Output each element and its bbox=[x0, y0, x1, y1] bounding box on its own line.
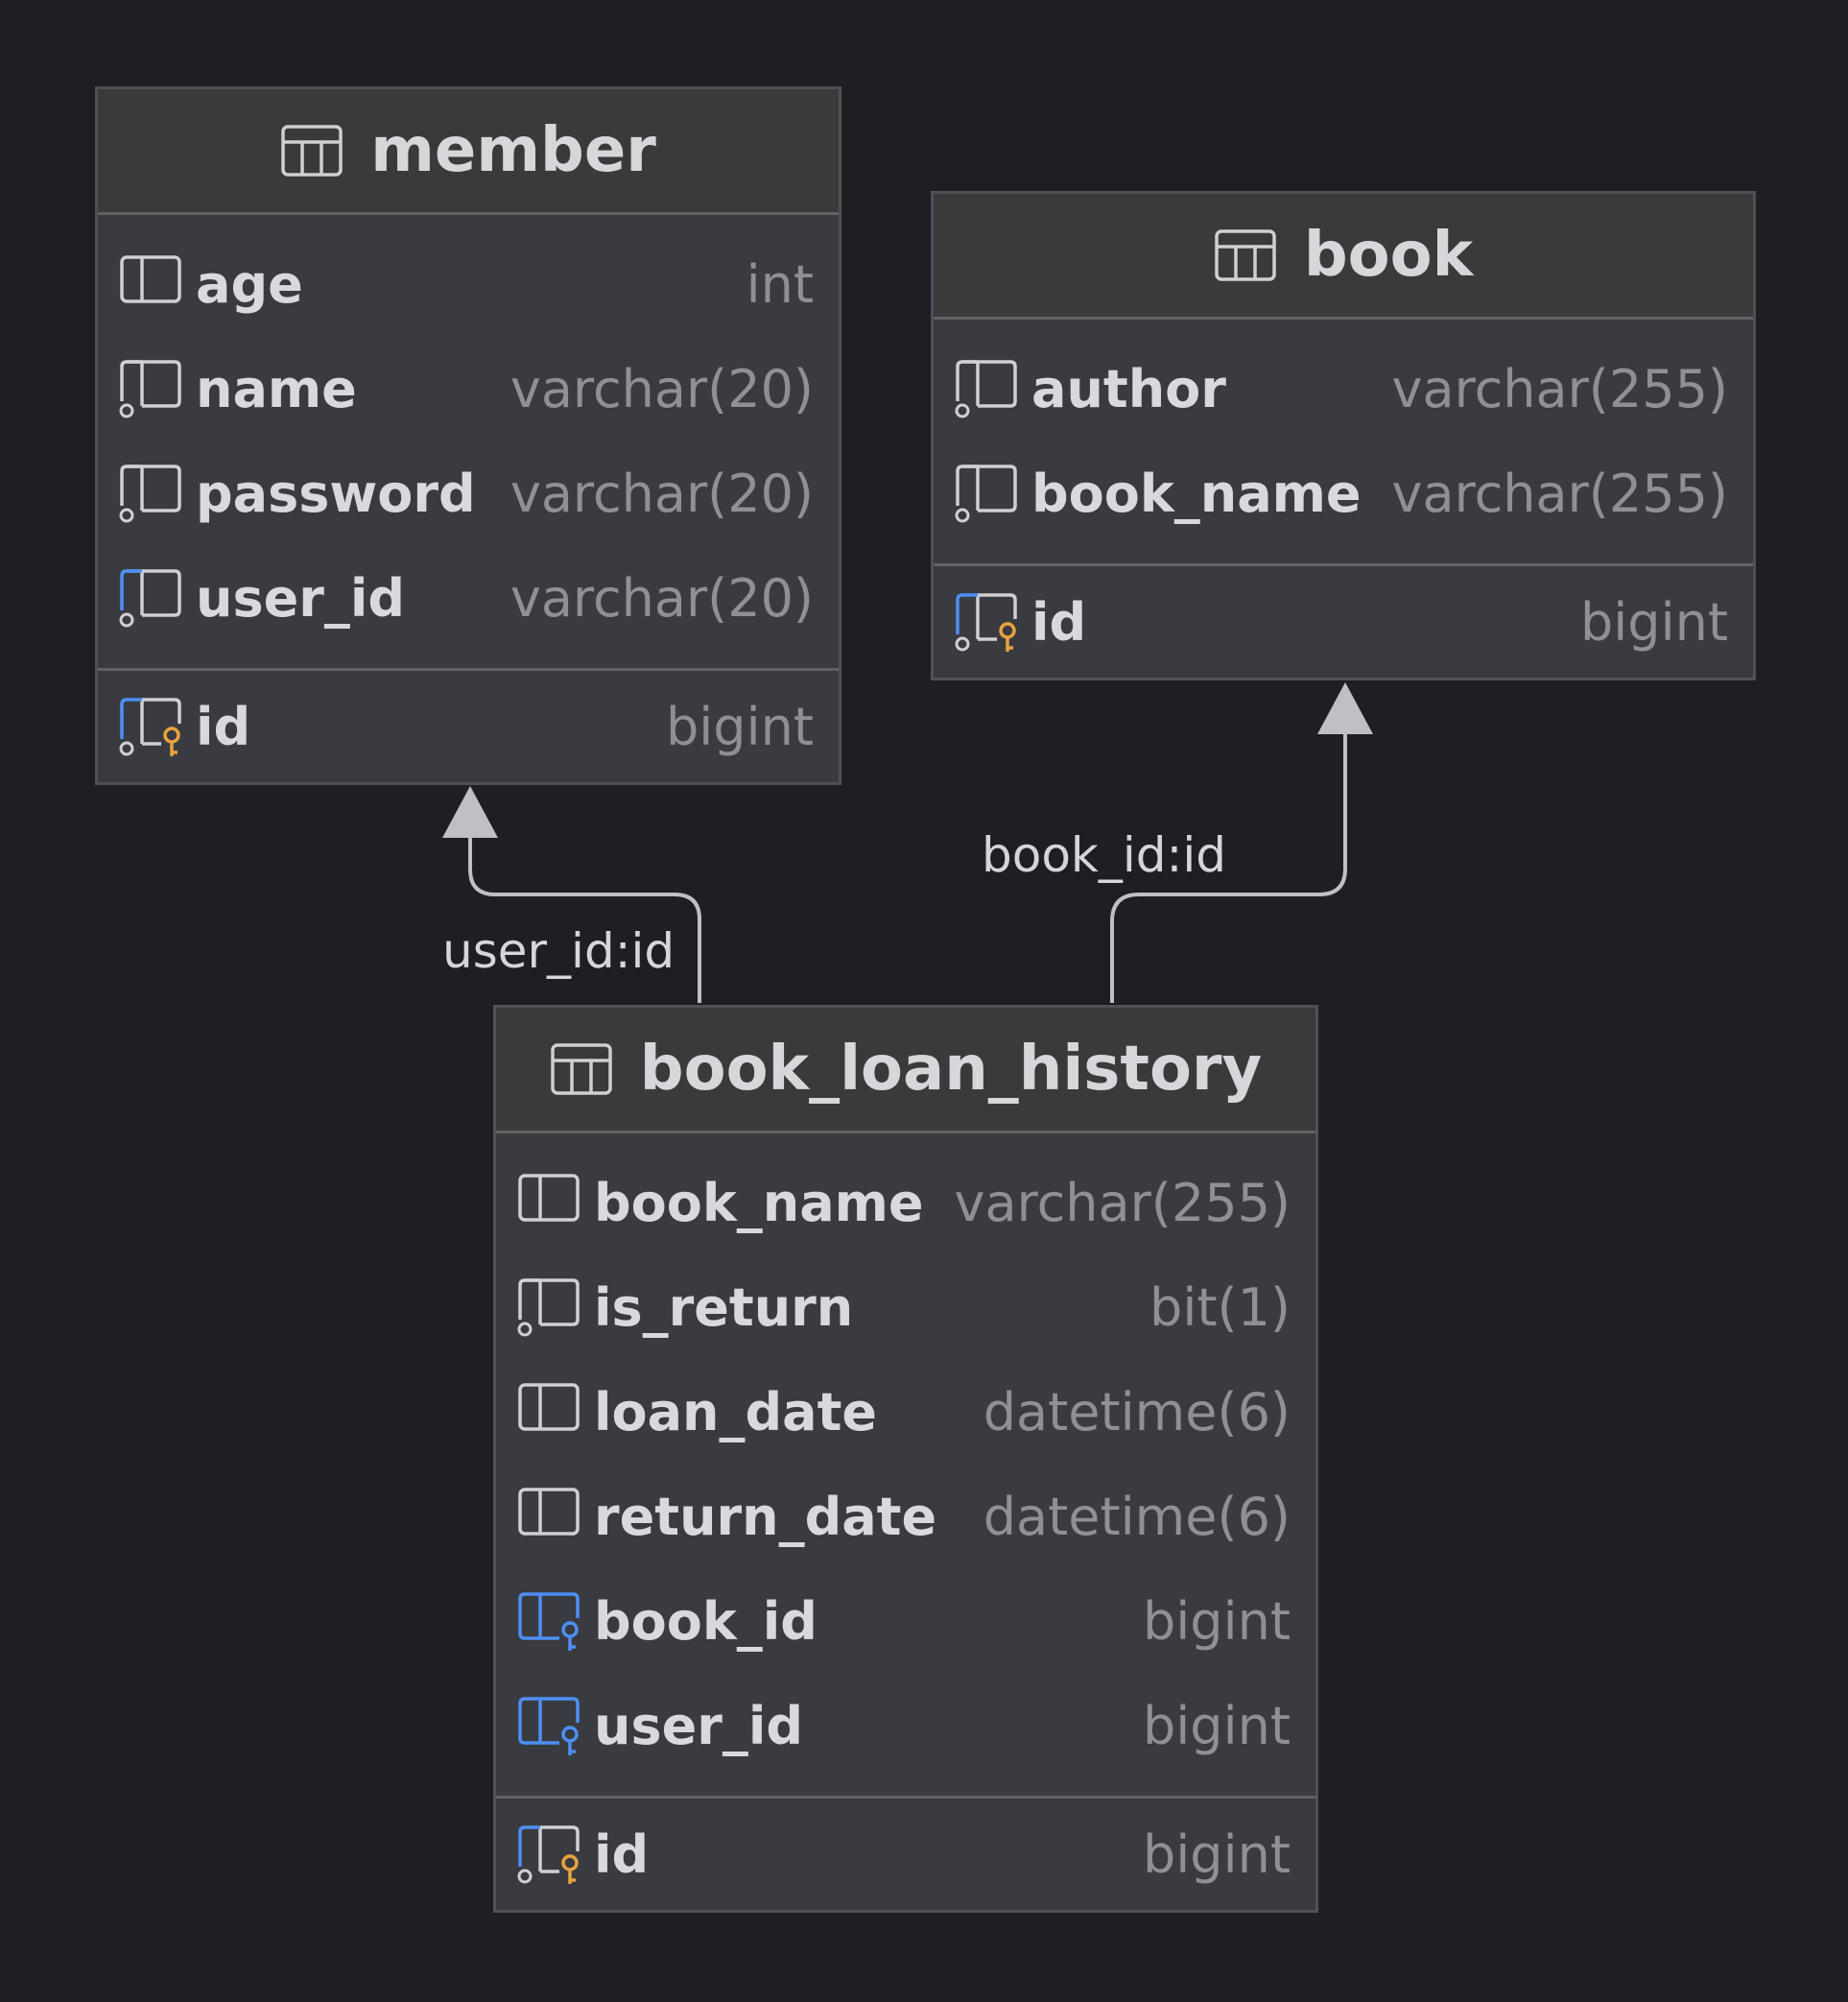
keys-section: id bigint bbox=[98, 668, 839, 797]
column-row[interactable]: user_id bigint bbox=[496, 1674, 1315, 1778]
column-not-null-icon bbox=[953, 357, 1024, 422]
column-type: bit(1) bbox=[1149, 1277, 1291, 1338]
column-row-primary-key[interactable]: id bigint bbox=[934, 570, 1753, 675]
table-title: book bbox=[1303, 220, 1474, 291]
table-title: member bbox=[370, 115, 656, 186]
column-name: password bbox=[196, 464, 476, 524]
columns-section: book_name varchar(255) is_return bit(1) … bbox=[496, 1133, 1315, 1796]
column-row[interactable]: age int bbox=[98, 232, 839, 337]
column-name: book_id bbox=[594, 1591, 817, 1652]
column-name: loan_date bbox=[594, 1382, 878, 1442]
diagram-canvas: user_id:id book_id:id member age int nam… bbox=[0, 0, 1848, 2002]
column-row[interactable]: loan_date datetime(6) bbox=[496, 1360, 1315, 1465]
column-type: varchar(20) bbox=[509, 568, 814, 629]
foreign-key-icon bbox=[515, 1589, 586, 1655]
column-type: varchar(255) bbox=[1391, 464, 1728, 524]
column-row-primary-key[interactable]: id bigint bbox=[98, 675, 839, 779]
column-name: user_id bbox=[594, 1696, 804, 1756]
table-book-loan-history[interactable]: book_loan_history book_name varchar(255)… bbox=[493, 1005, 1318, 1913]
column-not-null-icon bbox=[515, 1275, 586, 1341]
column-type: bigint bbox=[666, 697, 814, 757]
column-unique-index-icon bbox=[117, 566, 188, 632]
columns-section: age int name varchar(20) password varcha… bbox=[98, 215, 839, 668]
column-type: bigint bbox=[1143, 1824, 1291, 1885]
table-member[interactable]: member age int name varchar(20) password… bbox=[95, 86, 841, 785]
column-row[interactable]: book_id bigint bbox=[496, 1569, 1315, 1674]
column-not-null-icon bbox=[953, 462, 1024, 527]
column-row[interactable]: author varchar(255) bbox=[934, 337, 1753, 441]
column-not-null-icon bbox=[117, 462, 188, 527]
column-row[interactable]: book_name varchar(255) bbox=[496, 1151, 1315, 1255]
column-not-null-icon bbox=[117, 357, 188, 422]
column-type: varchar(20) bbox=[509, 464, 814, 524]
column-name: book_name bbox=[1031, 464, 1362, 524]
column-row[interactable]: user_id varchar(20) bbox=[98, 546, 839, 651]
column-type: varchar(255) bbox=[954, 1173, 1291, 1233]
table-header[interactable]: member bbox=[98, 89, 839, 215]
column-type: bigint bbox=[1143, 1696, 1291, 1756]
column-row-primary-key[interactable]: id bigint bbox=[496, 1802, 1315, 1907]
column-name: user_id bbox=[196, 568, 406, 629]
column-name: is_return bbox=[594, 1277, 854, 1338]
relation-label-user-id: user_id:id bbox=[442, 923, 675, 979]
column-type: int bbox=[746, 254, 814, 315]
column-icon bbox=[515, 1485, 586, 1550]
table-header[interactable]: book bbox=[934, 194, 1753, 320]
column-icon bbox=[117, 252, 188, 318]
keys-section: id bigint bbox=[934, 563, 1753, 692]
keys-section: id bigint bbox=[496, 1796, 1315, 1924]
column-name: id bbox=[196, 697, 251, 757]
column-row[interactable]: is_return bit(1) bbox=[496, 1255, 1315, 1360]
table-header[interactable]: book_loan_history bbox=[496, 1008, 1315, 1133]
primary-key-icon bbox=[117, 695, 188, 760]
column-type: varchar(20) bbox=[509, 359, 814, 419]
table-icon bbox=[1215, 229, 1276, 281]
column-row[interactable]: return_date datetime(6) bbox=[496, 1465, 1315, 1569]
column-name: name bbox=[196, 359, 357, 419]
column-type: datetime(6) bbox=[983, 1382, 1291, 1442]
table-book[interactable]: book author varchar(255) book_name varch… bbox=[931, 191, 1756, 680]
table-icon bbox=[551, 1043, 612, 1095]
column-type: bigint bbox=[1580, 592, 1728, 653]
column-row[interactable]: password varchar(20) bbox=[98, 441, 839, 546]
column-type: varchar(255) bbox=[1391, 359, 1728, 419]
column-row[interactable]: name varchar(20) bbox=[98, 337, 839, 441]
column-row[interactable]: book_name varchar(255) bbox=[934, 441, 1753, 546]
primary-key-icon bbox=[515, 1823, 586, 1888]
relation-label-book-id: book_id:id bbox=[982, 827, 1226, 883]
column-name: book_name bbox=[594, 1173, 924, 1233]
column-type: datetime(6) bbox=[983, 1487, 1291, 1547]
column-name: id bbox=[1031, 592, 1087, 653]
column-name: return_date bbox=[594, 1487, 937, 1547]
table-title: book_loan_history bbox=[639, 1034, 1263, 1105]
column-name: age bbox=[196, 254, 303, 315]
table-icon bbox=[281, 125, 343, 177]
column-icon bbox=[515, 1171, 586, 1236]
foreign-key-icon bbox=[515, 1694, 586, 1759]
primary-key-icon bbox=[953, 590, 1024, 655]
column-name: id bbox=[594, 1824, 650, 1885]
columns-section: author varchar(255) book_name varchar(25… bbox=[934, 320, 1753, 563]
column-type: bigint bbox=[1143, 1591, 1291, 1652]
column-icon bbox=[515, 1380, 586, 1445]
column-name: author bbox=[1031, 359, 1226, 419]
